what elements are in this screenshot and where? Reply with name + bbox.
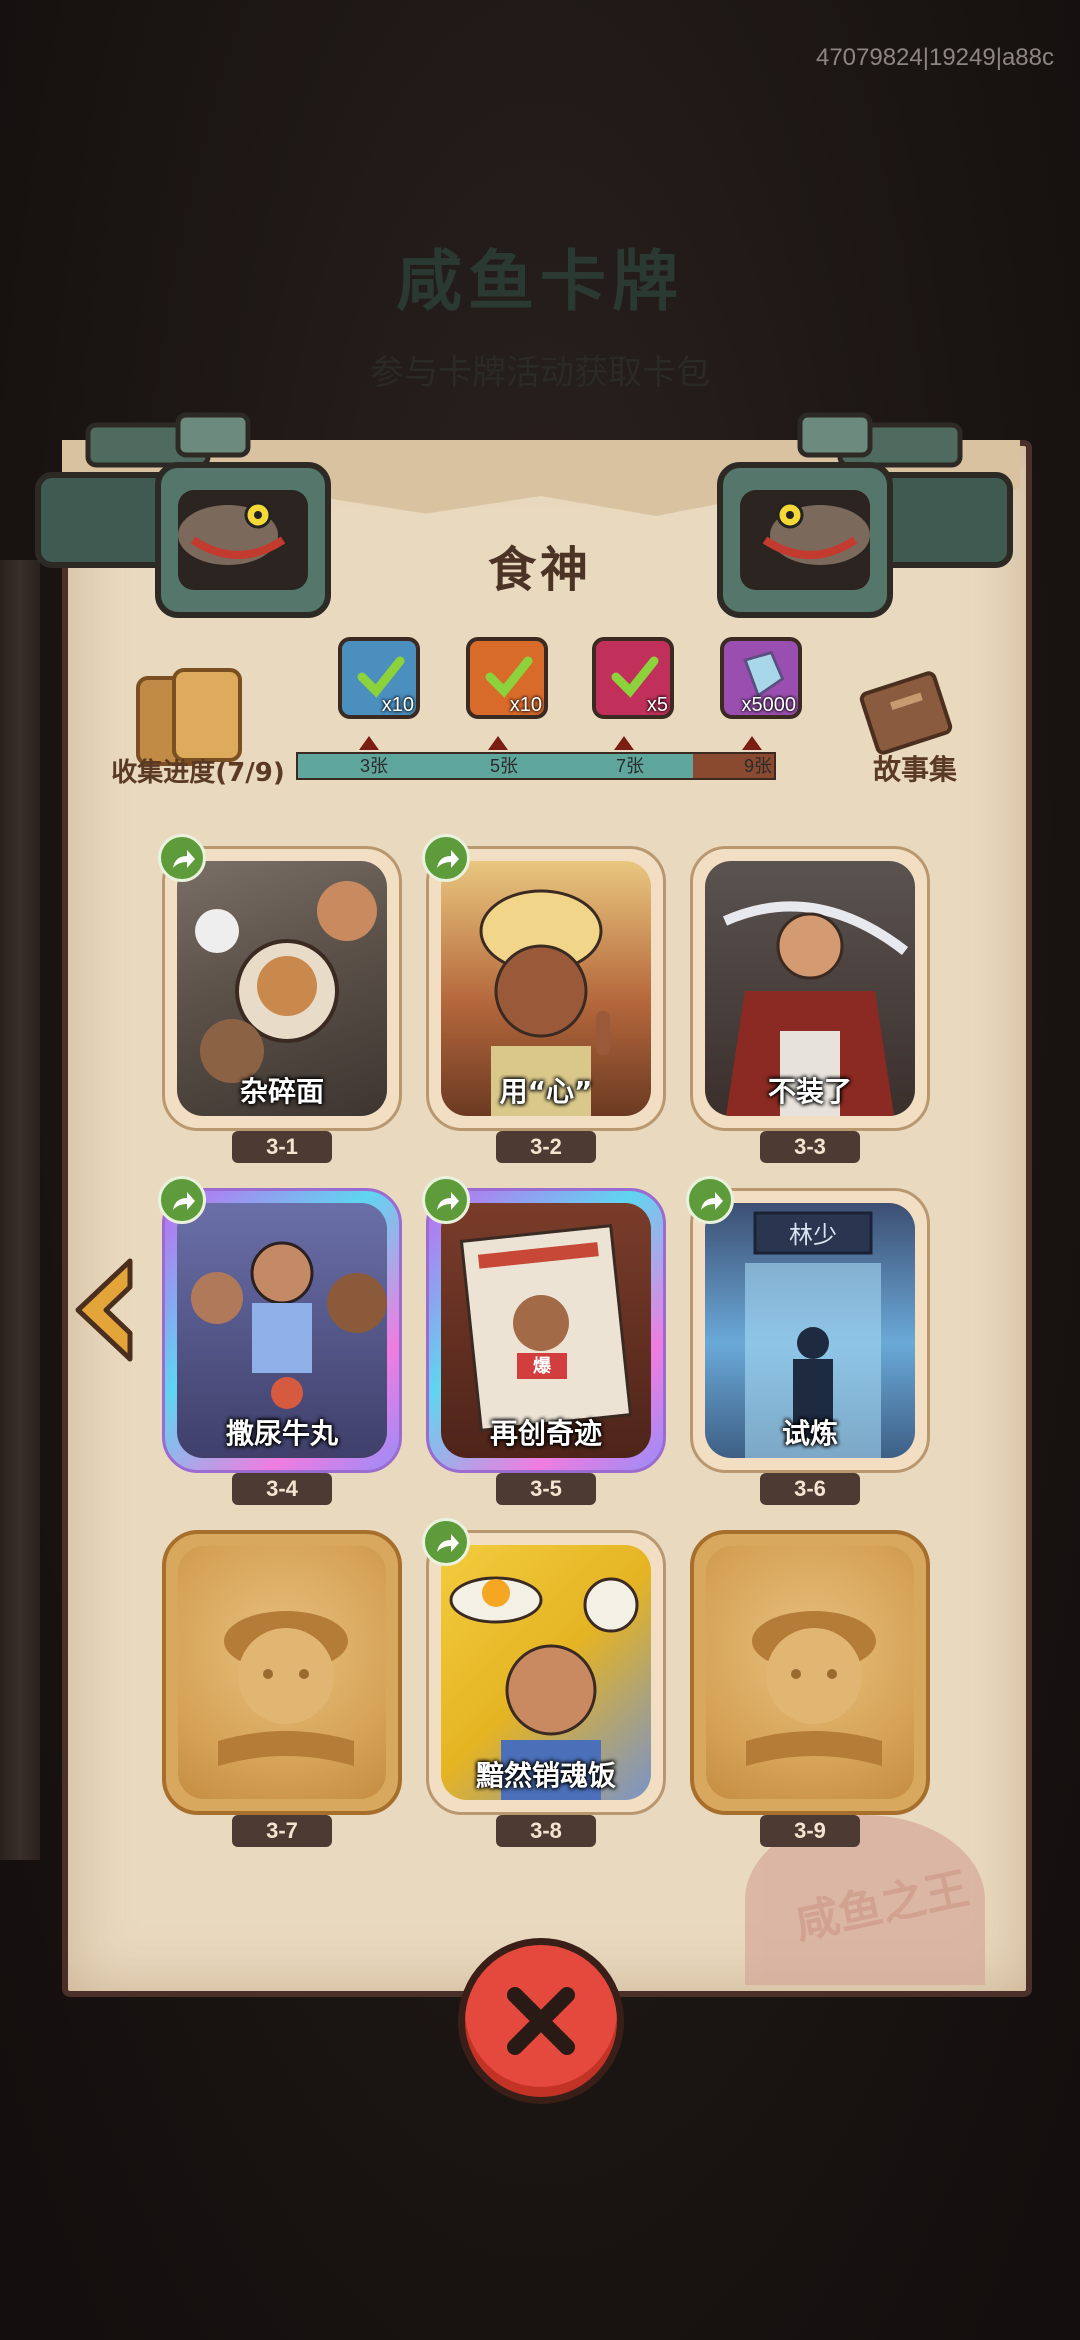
card-slot[interactable]: 撒尿牛丸 3-4 <box>158 1176 402 1505</box>
locked-card[interactable] <box>162 1530 402 1815</box>
fish-camera-icon <box>717 412 1013 618</box>
close-icon <box>507 1987 575 2055</box>
reward-quantity: x5000 <box>741 694 797 716</box>
card-code: 3-1 <box>232 1131 332 1163</box>
reward-orb-icon[interactable]: x5 <box>592 637 674 719</box>
locked-card[interactable] <box>690 1530 930 1815</box>
card-artwork <box>178 1546 386 1799</box>
previous-page-arrow-icon[interactable] <box>70 1255 145 1365</box>
card-slot[interactable]: 爆 再创奇迹 3-5 <box>422 1176 666 1505</box>
reward-quantity: x10 <box>509 694 542 716</box>
reward-quantity: x5 <box>646 694 668 716</box>
collection-card[interactable]: 爆 再创奇迹 <box>426 1188 666 1473</box>
card-name: 不装了 <box>767 1075 852 1108</box>
share-arrow-icon <box>437 1534 459 1552</box>
card-artwork <box>706 1546 914 1799</box>
card-slot[interactable]: 不装了 3-3 <box>690 846 930 1163</box>
card-code: 3-8 <box>496 1815 596 1847</box>
milestone-marker <box>742 736 762 750</box>
card-name: 杂碎面 <box>239 1075 324 1108</box>
reward-quantity: x10 <box>381 694 414 716</box>
milestone-label: 7张 <box>616 756 645 776</box>
milestone-label: 5张 <box>490 756 519 776</box>
milestone-label: 9张 <box>744 756 773 776</box>
background-strip <box>0 560 40 1860</box>
fish-camera-icon <box>35 412 331 618</box>
collection-card[interactable]: 用“心” <box>426 846 666 1131</box>
card-slot[interactable]: 3-9 <box>690 1530 930 1847</box>
card-slot[interactable]: 黯然销魂饭 3-8 <box>422 1518 666 1847</box>
collection-progress-bar: 3张 5张 7张 9张 <box>296 752 776 780</box>
card-slot[interactable]: 用“心” 3-2 <box>422 834 666 1163</box>
collection-card[interactable]: 撒尿牛丸 <box>162 1188 402 1473</box>
share-button[interactable] <box>422 1518 470 1566</box>
card-code: 3-4 <box>232 1473 332 1505</box>
milestone-marker <box>488 736 508 750</box>
reward-chest-icon[interactable]: x10 <box>338 637 420 719</box>
close-button[interactable] <box>458 1938 624 2104</box>
share-button[interactable] <box>158 834 206 882</box>
collection-card[interactable]: 林少 试炼 <box>690 1188 930 1473</box>
collection-card[interactable]: 杂碎面 <box>162 846 402 1131</box>
milestone-marker <box>359 736 379 750</box>
card-name: 再创奇迹 <box>489 1417 602 1450</box>
panel-title: 食神 <box>487 542 592 598</box>
card-code: 3-5 <box>496 1473 596 1505</box>
reward-key-icon[interactable]: x10 <box>466 637 548 719</box>
card-slot[interactable]: 杂碎面 3-1 <box>158 834 402 1163</box>
locked-silhouette-icon <box>218 1611 354 1766</box>
share-arrow-icon <box>437 850 459 868</box>
background-title: 咸鱼卡牌 <box>396 243 684 320</box>
card-name: 试炼 <box>781 1417 838 1450</box>
locked-silhouette-icon <box>746 1611 882 1766</box>
card-code: 3-6 <box>760 1473 860 1505</box>
reward-gem-icon[interactable]: x5000 <box>720 637 802 719</box>
share-button[interactable] <box>158 1176 206 1224</box>
collect-progress-label: 收集进度(7/9) <box>111 758 285 788</box>
newspaper-tag: 爆 <box>533 1356 552 1377</box>
milestone-label: 3张 <box>360 756 389 776</box>
card-code: 3-7 <box>232 1815 332 1847</box>
share-button[interactable] <box>686 1176 734 1224</box>
collection-card[interactable]: 黯然销魂饭 <box>426 1530 666 1815</box>
door-sign: 林少 <box>789 1221 837 1249</box>
card-name: 用“心” <box>499 1075 593 1108</box>
share-arrow-icon <box>701 1192 723 1210</box>
story-book-icon[interactable] <box>858 660 958 760</box>
share-arrow-icon <box>173 850 195 868</box>
story-collection-label[interactable]: 故事集 <box>860 748 970 788</box>
card-name: 撒尿牛丸 <box>225 1417 338 1450</box>
share-button[interactable] <box>422 1176 470 1224</box>
card-slot[interactable]: 林少 试炼 3-6 <box>686 1176 930 1505</box>
card-code: 3-3 <box>760 1131 860 1163</box>
card-slot[interactable]: 3-7 <box>162 1530 402 1847</box>
share-arrow-icon <box>173 1192 195 1210</box>
card-code: 3-2 <box>496 1131 596 1163</box>
version-label: 47079824|19249|a88c <box>815 44 1054 71</box>
milestone-marker <box>614 736 634 750</box>
card-code: 3-9 <box>760 1815 860 1847</box>
collection-card[interactable]: 不装了 <box>690 846 930 1131</box>
card-name: 黯然销魂饭 <box>475 1759 616 1792</box>
background-subtitle: 参与卡牌活动获取卡包 <box>370 353 710 393</box>
share-button[interactable] <box>422 834 470 882</box>
share-arrow-icon <box>437 1192 459 1210</box>
